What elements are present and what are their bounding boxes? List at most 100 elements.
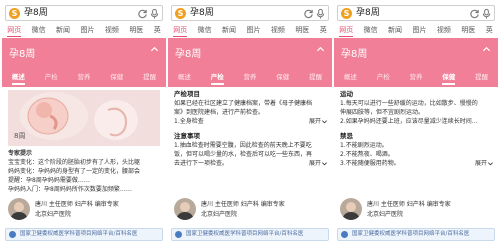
voice-search-icon[interactable]: [315, 8, 326, 19]
nav-item-video[interactable]: 视频: [271, 23, 285, 37]
chevron-up-icon[interactable]: [150, 45, 159, 54]
nav-item-web[interactable]: 网页: [339, 23, 354, 37]
voice-search-icon[interactable]: [481, 8, 492, 19]
nav-item-weixin[interactable]: 微信: [364, 23, 378, 37]
fetus-image: [8, 90, 160, 146]
nav-item-english[interactable]: 英: [320, 23, 327, 37]
doctor-info: 唐川 主任医师 妇产科 编审专家: [35, 201, 119, 208]
tip-line: 妈妈变化：孕妈妈的身型有了一定的变化，腰部会: [8, 168, 141, 175]
expand-button[interactable]: 展开: [309, 117, 328, 126]
screen-care: S 孕8周 网页 微信 新闻 图片 视频 明医 英 孕8周 概述 产检 营养 保…: [334, 2, 498, 246]
hospital-name: 北京妇产医院: [201, 211, 238, 218]
search-input[interactable]: 孕8周: [24, 7, 48, 20]
tab-care[interactable]: 保健: [276, 69, 289, 85]
section-line: 去进行下一项检查。: [174, 160, 229, 167]
tab-nutrition[interactable]: 营养: [409, 69, 422, 85]
nav-item-news[interactable]: 新闻: [388, 23, 402, 37]
section-title: 禁忌: [340, 132, 353, 140]
author-card[interactable]: 唐川 主任医师 妇产科 编审专家 北京妇产医院: [340, 197, 494, 223]
topic-title: 孕8周: [175, 49, 202, 60]
authority-footer[interactable]: 国家卫健委权威医学科普项目网络平台/百科名医: [337, 228, 495, 241]
care-content: 运动 1.每天可以进行一些舒缓的运动，比如散步、慢慢的 伸展四肢等，但不宜剧烈运…: [340, 90, 494, 168]
section-line: 1.不能剧烈运动。: [340, 142, 388, 149]
expand-button[interactable]: 展开: [475, 159, 494, 168]
nav-item-weixin[interactable]: 微信: [198, 23, 212, 37]
tab-nutrition[interactable]: 营养: [243, 69, 256, 85]
tab-reminder[interactable]: 提醒: [309, 69, 322, 85]
chevron-up-icon[interactable]: [316, 45, 325, 54]
nav-item-medical[interactable]: 明医: [129, 23, 143, 37]
tab-reminder[interactable]: 提醒: [475, 69, 488, 85]
sogou-logo-icon: S: [341, 8, 352, 19]
vertical-nav: 网页 微信 新闻 图片 视频 明医 英: [2, 23, 166, 37]
section-title: 产检项目: [174, 90, 200, 98]
fetus-illustration: 8周: [8, 90, 160, 146]
expand-button[interactable]: 展开: [309, 159, 328, 168]
footer-text: 国家卫健委权威医学科普项目网络平台/百科名医: [20, 231, 138, 237]
nav-item-english[interactable]: 英: [154, 23, 161, 37]
tab-nutrition[interactable]: 营养: [77, 69, 90, 85]
search-bar[interactable]: S 孕8周: [337, 5, 495, 21]
hospital-name: 北京妇产医院: [367, 211, 404, 218]
tip-line: 宝宝变化：这个阶段的胚胎初步有了人形，头比躯: [8, 159, 141, 166]
section-line: 2.不能熬夜、喝酒。: [340, 151, 394, 158]
expand-label: 展开: [308, 118, 321, 125]
tab-overview[interactable]: 概述: [178, 69, 191, 85]
sogou-logo-icon: S: [9, 8, 20, 19]
voice-search-icon[interactable]: [149, 8, 160, 19]
search-bar[interactable]: S 孕8周: [171, 5, 329, 21]
search-input[interactable]: 孕8周: [356, 7, 380, 20]
verified-icon: [9, 231, 16, 238]
search-input[interactable]: 孕8周: [190, 7, 214, 20]
nav-item-news[interactable]: 新闻: [56, 23, 70, 37]
nav-item-web[interactable]: 网页: [7, 23, 22, 37]
chevron-up-icon[interactable]: [482, 45, 491, 54]
nav-item-web[interactable]: 网页: [173, 23, 188, 37]
verified-icon: [341, 231, 348, 238]
tab-checkup[interactable]: 产检: [377, 69, 390, 85]
authority-footer[interactable]: 国家卫健委权威医学科普项目网络平台/百科名医: [171, 228, 329, 241]
hospital-name: 北京妇产医院: [35, 211, 72, 218]
week-label: 8周: [14, 132, 26, 140]
nav-item-video[interactable]: 视频: [437, 23, 451, 37]
screen-overview: S 孕8周 网页 微信 新闻 图片 视频 明医 英 孕8周 概述 产检 营养 保…: [2, 2, 166, 246]
nav-item-weixin[interactable]: 微信: [32, 23, 46, 37]
nav-item-medical[interactable]: 明医: [295, 23, 309, 37]
chevron-down-icon: [322, 162, 327, 166]
tips-title: 专家提示: [8, 150, 33, 157]
verified-icon: [175, 231, 182, 238]
tab-checkup[interactable]: 产检: [45, 69, 58, 85]
tab-overview[interactable]: 概述: [344, 69, 357, 85]
doctor-avatar: [340, 198, 362, 220]
doctor-info: 唐川 主任医师 妇产科 编审专家: [367, 201, 451, 208]
refresh-icon[interactable]: [137, 8, 148, 19]
tab-care[interactable]: 保健: [442, 69, 456, 85]
tab-reminder[interactable]: 提醒: [143, 69, 156, 85]
topic-title: 孕8周: [341, 49, 368, 60]
section-line: 1.每天可以进行一些舒缓的运动，比如散步、慢慢的: [340, 100, 478, 107]
tab-overview[interactable]: 概述: [11, 69, 25, 85]
tab-checkup[interactable]: 产检: [210, 69, 224, 85]
nav-item-images[interactable]: 图片: [412, 23, 426, 37]
nav-item-images[interactable]: 图片: [80, 23, 94, 37]
expand-label: 展开: [308, 160, 321, 167]
doctor-avatar: [8, 198, 30, 220]
footer-text: 国家卫健委权威医学科普项目网络平台/百科名医: [186, 231, 304, 237]
section-title: 运动: [340, 90, 353, 98]
section-line: 2.如果孕妈妈还要上班，应该尽量减少连续长时间…: [340, 118, 478, 125]
topic-banner: 孕8周 概述 产检 营养 保健 提醒: [334, 38, 498, 87]
section-line: 1.抽血检查时需要空腹，因此检查的前天晚上不要吃: [174, 142, 312, 149]
section-line: 如果已经在社区建立了健康档案，带着《母子健康档: [174, 100, 313, 107]
nav-item-video[interactable]: 视频: [105, 23, 119, 37]
author-card[interactable]: 唐川 主任医师 妇产科 编审专家 北京妇产医院: [174, 197, 328, 223]
nav-item-images[interactable]: 图片: [246, 23, 260, 37]
tab-care[interactable]: 保健: [110, 69, 123, 85]
refresh-icon[interactable]: [469, 8, 480, 19]
refresh-icon[interactable]: [303, 8, 314, 19]
nav-item-english[interactable]: 英: [486, 23, 493, 37]
search-bar[interactable]: S 孕8周: [5, 5, 163, 21]
author-card[interactable]: 唐川 主任医师 妇产科 编审专家 北京妇产医院: [8, 197, 162, 223]
nav-item-news[interactable]: 新闻: [222, 23, 236, 37]
nav-item-medical[interactable]: 明医: [461, 23, 475, 37]
authority-footer[interactable]: 国家卫健委权威医学科普项目网络平台/百科名医: [5, 228, 163, 241]
